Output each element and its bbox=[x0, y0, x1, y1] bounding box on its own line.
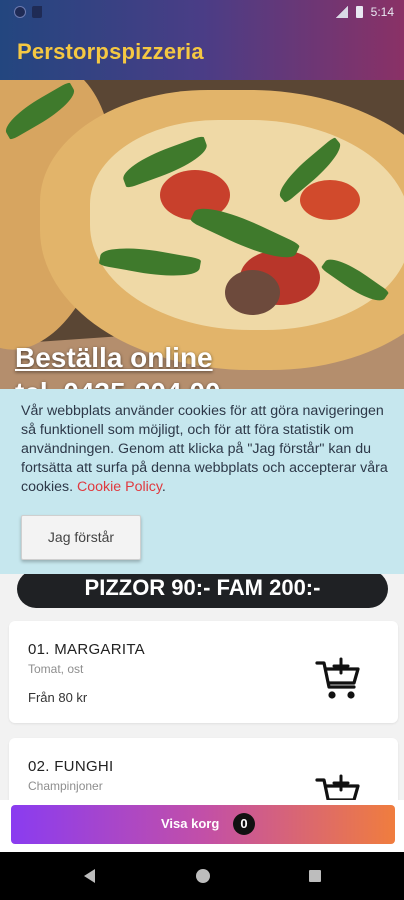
sd-card-icon bbox=[32, 6, 42, 18]
cookie-text: Vår webbplats använder cookies för att g… bbox=[21, 402, 391, 497]
navigation-bar bbox=[0, 852, 404, 900]
cookie-trailing: . bbox=[161, 479, 166, 495]
tomato-3 bbox=[300, 180, 360, 220]
show-cart-button[interactable]: Visa korg 0 bbox=[11, 805, 395, 844]
app-bar: Perstorpspizzeria bbox=[0, 27, 404, 80]
menu-item-name: 02. FUNGHI bbox=[28, 758, 114, 775]
menu-item-description: Tomat, ost bbox=[28, 662, 84, 676]
status-time: 5:14 bbox=[370, 5, 394, 19]
hero-banner[interactable]: Beställa online tel. 0435-204 00 bbox=[0, 80, 404, 400]
cookie-message: Vår webbplats använder cookies för att g… bbox=[21, 403, 388, 495]
menu-item-price: Från 80 kr bbox=[28, 690, 88, 705]
hero-headline[interactable]: Beställa online bbox=[15, 342, 213, 374]
signal-icon bbox=[335, 6, 348, 18]
add-to-cart-icon[interactable] bbox=[314, 657, 362, 703]
section-header: PIZZOR 90:- FAM 200:- bbox=[17, 570, 388, 608]
app-title: Perstorpspizzeria bbox=[17, 39, 204, 64]
show-cart-label: Visa korg bbox=[161, 816, 220, 831]
cookie-banner: Vår webbplats använder cookies för att g… bbox=[0, 389, 404, 574]
accept-cookies-button[interactable]: Jag förstår bbox=[21, 515, 141, 560]
menu-item-name: 01. MARGARITA bbox=[28, 641, 145, 658]
battery-icon bbox=[355, 6, 363, 18]
status-bar: 5:14 bbox=[0, 0, 404, 27]
menu-item-description: Champinjoner bbox=[28, 779, 103, 793]
menu-item-card[interactable]: 01. MARGARITA Tomat, ost Från 80 kr bbox=[9, 621, 398, 723]
back-icon[interactable] bbox=[84, 869, 95, 883]
recents-icon[interactable] bbox=[309, 870, 321, 882]
sausage bbox=[225, 270, 280, 315]
home-icon[interactable] bbox=[196, 869, 210, 883]
cart-count-badge: 0 bbox=[233, 813, 255, 835]
cookie-policy-link[interactable]: Cookie Policy bbox=[77, 479, 162, 495]
notification-dot-icon bbox=[14, 6, 26, 18]
cart-bar: Visa korg 0 bbox=[0, 800, 404, 852]
